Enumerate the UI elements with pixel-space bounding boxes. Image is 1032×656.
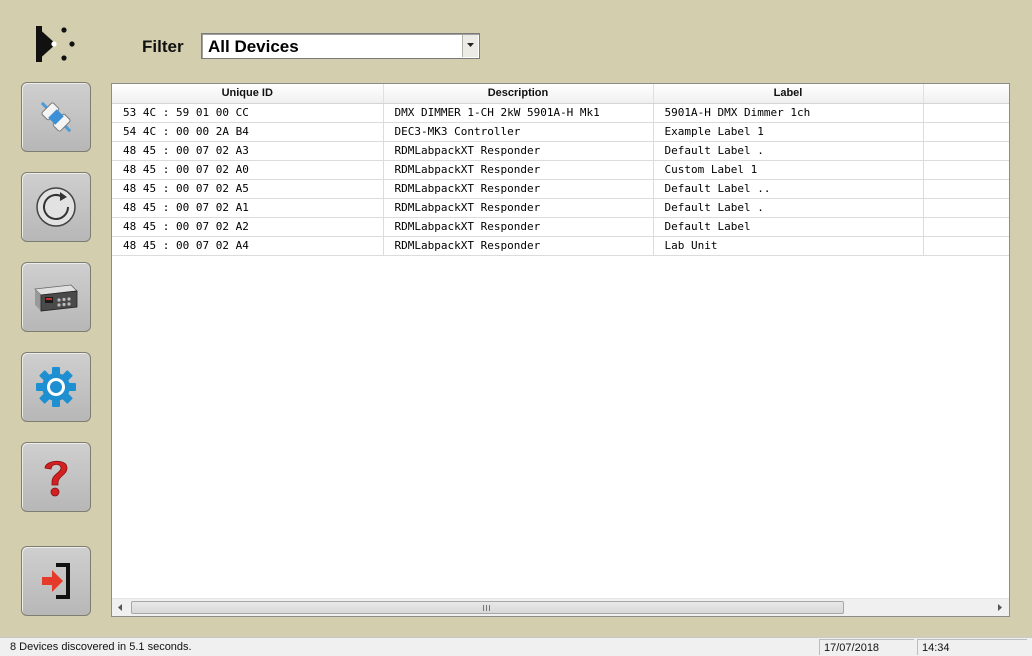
cell-description: RDMLabpackXT Responder [383, 160, 654, 180]
chevron-left-icon [118, 604, 122, 611]
cell-unique-id: 48 45 : 00 07 02 A3 [112, 141, 384, 161]
cell-description: RDMLabpackXT Responder [383, 198, 654, 218]
cell-unique-id: 48 45 : 00 07 02 A4 [112, 236, 384, 256]
scrollbar-thumb[interactable] [131, 601, 844, 614]
cell-description: RDMLabpackXT Responder [383, 141, 654, 161]
cell-empty [923, 217, 1009, 237]
cell-description: RDMLabpackXT Responder [383, 179, 654, 199]
status-bar: 8 Devices discovered in 5.1 seconds. 17/… [0, 637, 1032, 656]
cell-description: RDMLabpackXT Responder [383, 217, 654, 237]
connect-button[interactable] [21, 82, 91, 152]
column-header-description[interactable]: Description [383, 84, 654, 104]
cell-unique-id: 48 45 : 00 07 02 A5 [112, 179, 384, 199]
app-logo [34, 24, 82, 64]
chevron-down-icon [467, 43, 474, 47]
gear-icon [36, 367, 76, 407]
table-row[interactable]: 48 45 : 00 07 02 A0 RDMLabpackXT Respond… [112, 160, 1009, 180]
cell-empty [923, 122, 1009, 142]
exit-button[interactable] [21, 546, 91, 616]
cell-description: DEC3-MK3 Controller [383, 122, 654, 142]
refresh-button[interactable] [21, 172, 91, 242]
cell-unique-id: 54 4C : 00 00 2A B4 [112, 122, 384, 142]
scroll-right-button[interactable] [992, 599, 1009, 616]
refresh-icon [36, 187, 76, 227]
app-window: Filter All Devices Unique ID Description… [0, 0, 1032, 656]
device-table: Unique ID Description Label 53 4C : 59 0… [112, 84, 1009, 256]
cell-description: DMX DIMMER 1-CH 2kW 5901A-H Mk1 [383, 103, 654, 123]
table-row[interactable]: 48 45 : 00 07 02 A4 RDMLabpackXT Respond… [112, 236, 1009, 256]
table-row[interactable]: 48 45 : 00 07 02 A5 RDMLabpackXT Respond… [112, 179, 1009, 199]
device-icon [34, 284, 78, 312]
exit-icon [42, 563, 70, 599]
cell-label: Example Label 1 [653, 122, 924, 142]
cell-label: Default Label . [653, 198, 924, 218]
table-row[interactable]: 48 45 : 00 07 02 A1 RDMLabpackXT Respond… [112, 198, 1009, 218]
column-header-label[interactable]: Label [653, 84, 924, 104]
question-icon [44, 460, 68, 497]
table-row[interactable]: 48 45 : 00 07 02 A3 RDMLabpackXT Respond… [112, 141, 1009, 161]
help-button[interactable] [21, 442, 91, 512]
cell-label: Default Label . [653, 141, 924, 161]
cell-label: Default Label [653, 217, 924, 237]
status-time: 14:34 [917, 639, 1027, 655]
cell-label: Default Label .. [653, 179, 924, 199]
table-row[interactable]: 53 4C : 59 01 00 CC DMX DIMMER 1-CH 2kW … [112, 103, 1009, 123]
filter-selected-value: All Devices [208, 37, 299, 56]
chevron-right-icon [998, 604, 1002, 611]
table-header-row: Unique ID Description Label [112, 84, 1009, 104]
cell-unique-id: 48 45 : 00 07 02 A0 [112, 160, 384, 180]
cell-empty [923, 103, 1009, 123]
settings-button[interactable] [21, 352, 91, 422]
filter-dropdown[interactable]: All Devices [201, 33, 480, 59]
status-date: 17/07/2018 [819, 639, 914, 655]
column-header-unique-id[interactable]: Unique ID [112, 84, 384, 104]
filter-label: Filter [142, 37, 184, 56]
cell-empty [923, 198, 1009, 218]
horizontal-scrollbar[interactable] [112, 598, 1009, 616]
cell-empty [923, 141, 1009, 161]
cell-empty [923, 179, 1009, 199]
cell-label: 5901A-H DMX Dimmer 1ch [653, 103, 924, 123]
column-header-empty [923, 84, 1009, 104]
table-row[interactable]: 48 45 : 00 07 02 A2 RDMLabpackXT Respond… [112, 217, 1009, 237]
cell-description: RDMLabpackXT Responder [383, 236, 654, 256]
table-row[interactable]: 54 4C : 00 00 2A B4 DEC3-MK3 Controller … [112, 122, 1009, 142]
cell-unique-id: 48 45 : 00 07 02 A2 [112, 217, 384, 237]
status-message: 8 Devices discovered in 5.1 seconds. [10, 641, 192, 653]
cell-empty [923, 160, 1009, 180]
cell-unique-id: 48 45 : 00 07 02 A1 [112, 198, 384, 218]
dropdown-arrow-button[interactable] [462, 35, 478, 57]
grip-icon [483, 605, 490, 611]
connector-icon [40, 101, 72, 133]
cell-empty [923, 236, 1009, 256]
device-button[interactable] [21, 262, 91, 332]
cell-unique-id: 53 4C : 59 01 00 CC [112, 103, 384, 123]
scroll-left-button[interactable] [112, 599, 129, 616]
cell-label: Custom Label 1 [653, 160, 924, 180]
cell-label: Lab Unit [653, 236, 924, 256]
device-list-panel: Unique ID Description Label 53 4C : 59 0… [111, 83, 1010, 617]
